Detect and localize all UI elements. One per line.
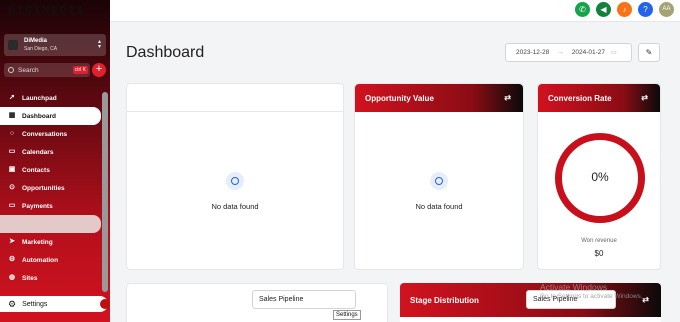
swap-icon[interactable]: ⇄ [642, 295, 649, 304]
rocket-icon: ➚ [9, 94, 15, 101]
quick-add-button[interactable]: + [92, 63, 106, 77]
card-title: Opportunity Value [365, 93, 434, 103]
no-data-text: No data found [415, 202, 463, 211]
swap-icon[interactable]: ⇄ [504, 93, 511, 102]
help-icon[interactable]: ? [638, 2, 653, 17]
calendar-icon: ▭ [8, 148, 16, 155]
sidebar-item-settings[interactable]: ⚙ Settings [0, 296, 110, 312]
location-pin-icon [8, 40, 18, 50]
sidebar-item-label: Settings [22, 300, 48, 308]
sidebar-item-hovered[interactable] [0, 215, 101, 233]
card-title: Conversion Rate [548, 93, 612, 103]
gear-icon: ⚙ [8, 298, 17, 309]
conversion-rate-value: 0% [591, 170, 609, 184]
sidebar-item-marketing[interactable]: ➤ Marketing [0, 233, 101, 251]
sidebar-item-automation[interactable]: ⚙ Automation [0, 251, 101, 269]
card-header: Conversion Rate ⇄ [538, 84, 660, 112]
notification-dot [100, 299, 110, 309]
top-bar: ✆ ◀ ♪ ? AA [110, 0, 680, 22]
edit-dashboard-button[interactable]: ✎ [638, 43, 660, 62]
search-icon [226, 172, 244, 190]
sidebar-item-label: Payments [22, 202, 53, 210]
sidebar-item-conversations[interactable]: ○ Conversations [0, 125, 101, 143]
send-icon: ➤ [9, 238, 15, 245]
pipeline-select[interactable]: Sales Pipeline [252, 290, 356, 309]
account-name: DiMedia [24, 38, 48, 44]
won-revenue-label: Won revenue [581, 238, 617, 244]
dashboard-icon: ▦ [8, 112, 16, 119]
sidebar-item-label: Marketing [22, 238, 53, 246]
contacts-icon: ▣ [8, 166, 16, 173]
account-location: San Diego, CA [24, 46, 58, 52]
search-input[interactable]: Search ctrl K [4, 63, 90, 77]
sidebar-item-label: Conversations [22, 130, 68, 138]
select-value: Sales Pipeline [259, 296, 304, 303]
sidebar-item-label: Dashboard [22, 112, 56, 120]
sidebar-item-payments[interactable]: ▭ Payments [0, 197, 101, 215]
sidebar-item-sites[interactable]: ◍ Sites [0, 269, 101, 287]
widget-card-blank: No data found [126, 83, 344, 270]
date-from: 2023-12-28 [516, 49, 550, 56]
settings-tooltip: Settings [333, 310, 361, 320]
sidebar-item-label: Automation [22, 256, 59, 264]
search-icon [430, 172, 448, 190]
windows-activation-watermark: Activate Windows [540, 282, 608, 292]
logo-text: DIGIMEDIA [8, 4, 86, 17]
card-title: Stage Distribution [410, 295, 479, 305]
account-switcher[interactable]: DiMedia San Diego, CA ▴ ▾ [4, 34, 106, 56]
sidebar-item-label: Calendars [22, 148, 54, 156]
page-title: Dashboard [126, 44, 205, 61]
sidebar-item-label: Opportunities [22, 184, 65, 192]
filter-icon: ⊙ [9, 184, 15, 191]
date-range-picker[interactable]: 2023-12-28 → 2024-01-27 ▭ [505, 43, 632, 62]
sidebar: DIGIMEDIA DiMedia San Diego, CA ▴ ▾ Searc… [0, 0, 110, 322]
widget-card-opportunity-value: Opportunity Value ⇄ No data found [354, 83, 524, 270]
pencil-icon: ✎ [645, 48, 653, 57]
calendar-icon: ▭ [611, 50, 617, 56]
won-revenue-value: $0 [594, 249, 604, 258]
arrow-right-icon: → [557, 49, 564, 56]
sidebar-item-launchpad[interactable]: ➚ Launchpad [0, 89, 101, 107]
automation-icon: ⚙ [8, 256, 16, 263]
date-to: 2024-01-27 [571, 49, 605, 56]
sidebar-item-calendars[interactable]: ▭ Calendars [0, 143, 101, 161]
sidebar-item-label: Launchpad [22, 94, 57, 102]
shortcut-badge: ctrl K [72, 66, 88, 74]
globe-icon: ◍ [8, 274, 16, 281]
sidebar-nav: ➚ Launchpad ▦ Dashboard ○ Conversations ▭ Ca… [0, 89, 101, 287]
sidebar-item-opportunities[interactable]: ⊙ Opportunities [0, 179, 101, 197]
card-header [127, 84, 343, 112]
card-header: Opportunity Value ⇄ [355, 84, 523, 112]
phone-icon[interactable]: ✆ [575, 2, 590, 17]
chevron-updown-icon: ▴ ▾ [97, 39, 101, 50]
sidebar-item-label: Contacts [22, 166, 50, 174]
avatar[interactable]: AA [659, 2, 674, 17]
brand-logo[interactable]: DIGIMEDIA [8, 4, 86, 17]
no-data-text: No data found [211, 202, 259, 211]
search-icon [8, 67, 14, 73]
card-icon: ▭ [8, 202, 16, 209]
sidebar-item-contacts[interactable]: ▣ Contacts [0, 161, 101, 179]
swap-icon[interactable]: ⇄ [641, 93, 648, 102]
sidebar-item-dashboard[interactable]: ▦ Dashboard [0, 107, 101, 125]
sidebar-item-label: Sites [22, 274, 38, 282]
bell-icon[interactable]: ♪ [617, 2, 632, 17]
search-placeholder: Search [18, 66, 39, 74]
sidebar-scrollbar[interactable] [102, 92, 108, 292]
chat-icon: ○ [9, 130, 15, 137]
megaphone-icon[interactable]: ◀ [596, 2, 611, 17]
windows-activation-subtitle: Go to Settings to activate Windows. [540, 293, 643, 300]
